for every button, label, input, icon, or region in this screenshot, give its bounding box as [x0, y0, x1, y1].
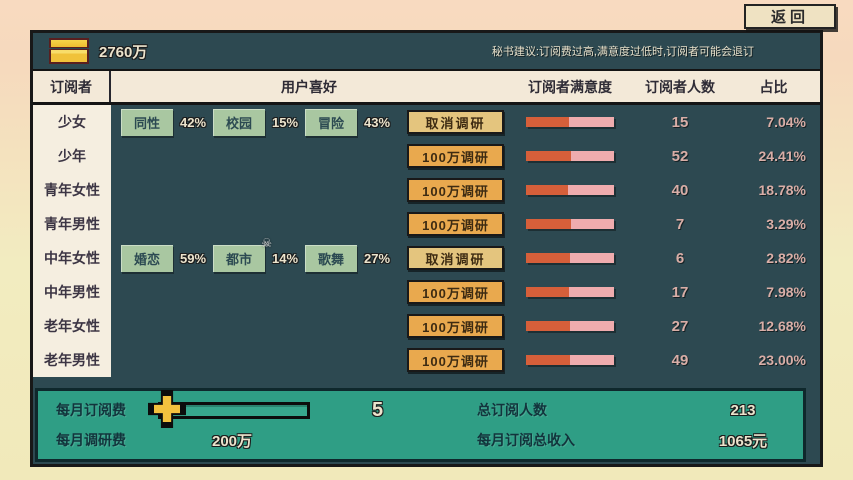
subscriber-count: 40 — [633, 182, 727, 199]
table-row: 青年男性 100万调研 7 3.29% — [33, 207, 820, 241]
row-label: 老年女性 — [33, 309, 111, 343]
fee-slider[interactable] — [158, 402, 310, 419]
total-subscribers-value: 213 — [683, 402, 803, 419]
subscriber-count: 7 — [633, 216, 727, 233]
preference-tags: 婚恋 59% 都市 ☠ 14% 歌舞 27% — [111, 245, 403, 272]
header-subscriber: 订阅者 — [33, 71, 111, 102]
preference-tag: 婚恋 — [121, 245, 173, 272]
total-subscribers-label: 总订阅人数 — [477, 400, 627, 420]
preference-tag: 冒险 — [305, 109, 357, 136]
survey-cost-value: 200万 — [190, 430, 274, 451]
table-row: 老年男性 100万调研 49 23.00% — [33, 343, 820, 377]
row-label: 中年男性 — [33, 275, 111, 309]
subscriber-share: 3.29% — [727, 216, 820, 232]
survey-button[interactable]: 100万调研 — [407, 280, 504, 304]
subscriber-share: 7.98% — [727, 284, 820, 300]
row-label: 青年男性 — [33, 207, 111, 241]
money-amount: 2760万 — [99, 41, 147, 62]
preference-tag: 歌舞 — [305, 245, 357, 272]
header-preferences: 用户喜好 — [111, 77, 507, 97]
row-label: 老年男性 — [33, 343, 111, 377]
header-count: 订阅者人数 — [633, 77, 727, 97]
preference-tag: 校园 — [213, 109, 265, 136]
monthly-fee-label: 每月订阅费 — [56, 400, 142, 420]
satisfaction-bar — [526, 185, 614, 195]
subscriber-share: 2.82% — [727, 250, 820, 266]
preference-percent: 27% — [357, 251, 397, 266]
row-label: 少年 — [33, 139, 111, 173]
preference-percent: 59% — [173, 251, 213, 266]
subscriber-share: 18.78% — [727, 182, 820, 198]
subscriber-count: 17 — [633, 284, 727, 301]
cancel-survey-button[interactable]: 取消调研 — [407, 110, 504, 134]
preference-tags: 同性 42% 校园 15% 冒险 43% — [111, 109, 403, 136]
money-icon — [49, 38, 89, 64]
subscriber-count: 6 — [633, 250, 727, 267]
row-label: 青年女性 — [33, 173, 111, 207]
info-bar: 2760万 秘书建议:订阅费过高,满意度过低时,订阅者可能会退订 — [33, 33, 820, 69]
fee-panel: 每月订阅费 5 每月调研费 200万 总订阅人数 213 每月订阅总 — [35, 388, 806, 462]
subscriber-panel: 2760万 秘书建议:订阅费过高,满意度过低时,订阅者可能会退订 订阅者 用户喜… — [30, 30, 823, 467]
preference-percent: 42% — [173, 115, 213, 130]
secretary-tip: 秘书建议:订阅费过高,满意度过低时,订阅者可能会退订 — [492, 43, 754, 59]
monthly-fee-value: 5 — [372, 399, 383, 422]
cancel-survey-button[interactable]: 取消调研 — [407, 246, 504, 270]
row-label: 少女 — [33, 105, 111, 139]
survey-button[interactable]: 100万调研 — [407, 212, 504, 236]
satisfaction-bar — [526, 151, 614, 161]
survey-button[interactable]: 100万调研 — [407, 178, 504, 202]
table-row: 少年 100万调研 52 24.41% — [33, 139, 820, 173]
table-header: 订阅者 用户喜好 订阅者满意度 订阅者人数 占比 — [33, 69, 820, 105]
skull-icon: ☠ — [261, 237, 272, 249]
subscriber-count: 52 — [633, 148, 727, 165]
table-row: 少女 同性 42% 校园 15% 冒险 43% 取消调研 15 7.04% — [33, 105, 820, 139]
fee-slider-handle[interactable] — [148, 390, 186, 428]
preference-percent: 15% — [265, 115, 305, 130]
table-body: 少女 同性 42% 校园 15% 冒险 43% 取消调研 15 7.04% 少年… — [33, 105, 820, 377]
satisfaction-bar — [526, 287, 614, 297]
row-label: 中年女性 — [33, 241, 111, 275]
satisfaction-bar — [526, 253, 614, 263]
subscriber-share: 7.04% — [727, 114, 820, 130]
table-row: 老年女性 100万调研 27 12.68% — [33, 309, 820, 343]
preference-percent: 14% — [265, 251, 305, 266]
header-share: 占比 — [727, 77, 820, 97]
satisfaction-bar — [526, 219, 614, 229]
subscriber-share: 12.68% — [727, 318, 820, 334]
subscriber-count: 15 — [633, 114, 727, 131]
survey-cost-label: 每月调研费 — [56, 430, 142, 450]
survey-button[interactable]: 100万调研 — [407, 144, 504, 168]
header-satisfaction: 订阅者满意度 — [507, 77, 633, 97]
satisfaction-bar — [526, 117, 614, 127]
preference-tag: 同性 — [121, 109, 173, 136]
survey-button[interactable]: 100万调研 — [407, 348, 504, 372]
subscriber-count: 27 — [633, 318, 727, 335]
subscriber-share: 24.41% — [727, 148, 820, 164]
table-row: 中年男性 100万调研 17 7.98% — [33, 275, 820, 309]
preference-tag: 都市 — [213, 245, 265, 272]
satisfaction-bar — [526, 321, 614, 331]
table-row: 中年女性 婚恋 59% 都市 ☠ 14% 歌舞 27% 取消调研 6 2.82% — [33, 241, 820, 275]
subscriber-share: 23.00% — [727, 352, 820, 368]
monthly-income-label: 每月订阅总收入 — [477, 430, 627, 450]
table-row: 青年女性 100万调研 40 18.78% — [33, 173, 820, 207]
survey-button[interactable]: 100万调研 — [407, 314, 504, 338]
back-button[interactable]: 返回 — [744, 4, 836, 29]
subscriber-count: 49 — [633, 352, 727, 369]
satisfaction-bar — [526, 355, 614, 365]
preference-percent: 43% — [357, 115, 397, 130]
monthly-income-value: 1065元 — [683, 430, 803, 451]
